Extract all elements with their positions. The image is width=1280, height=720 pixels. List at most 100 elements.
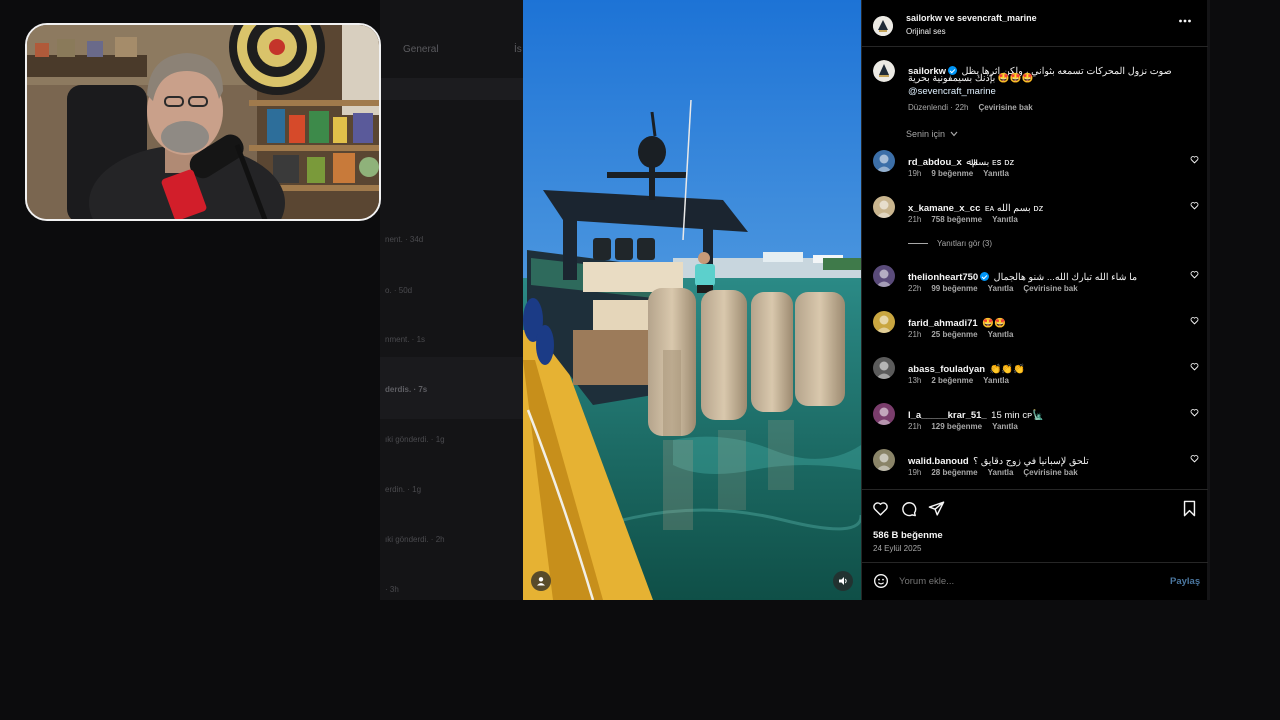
background-thread-item: derdis. · 7s — [385, 385, 428, 394]
background-thread-item: ıki gönderdi. · 2h — [385, 535, 445, 544]
post-comment-button[interactable]: Paylaş — [1170, 576, 1200, 587]
background-tab-other: İs — [514, 44, 522, 55]
background-tab-general: General — [403, 44, 439, 55]
likes-count[interactable]: 586 B beğenme — [873, 530, 943, 541]
comment-text: 👏👏👏 — [989, 364, 1026, 375]
webcam-image — [27, 25, 379, 219]
comment-likes[interactable]: 28 beğenme — [931, 468, 977, 477]
view-replies-button[interactable]: Yanıtları gör (3) — [908, 239, 992, 248]
post-media[interactable] — [523, 0, 861, 600]
reply-button[interactable]: Yanıtla — [992, 215, 1018, 224]
like-comment-heart-icon[interactable] — [1190, 201, 1199, 210]
commenter-username[interactable]: rd_abdou_x — [908, 157, 962, 168]
heart-icon — [873, 502, 888, 516]
screen: General İs nent. · 34d o. · 50d nment. ·… — [0, 0, 1280, 720]
like-comment-heart-icon[interactable] — [1190, 270, 1199, 279]
comment-sort-dropdown[interactable]: Senin için — [906, 129, 958, 139]
comment-time: 21h — [908, 422, 922, 431]
comment-likes[interactable]: 129 beğenme — [931, 422, 982, 431]
comment-time: 19h — [908, 468, 922, 477]
comment-meta: 13h 2 beğenme Yanıtla — [908, 376, 1019, 385]
commenter-avatar-image — [876, 315, 892, 333]
translate-button[interactable]: Çevirisine bak — [1023, 284, 1077, 293]
author-avatar[interactable] — [873, 16, 893, 36]
reply-button[interactable]: Yanıtla — [983, 169, 1009, 178]
comment-button[interactable] — [900, 500, 917, 522]
commenter-avatar[interactable] — [873, 265, 895, 287]
commenter-username[interactable]: farid_ahmadi71 — [908, 318, 978, 329]
comment-time: 19h — [908, 169, 922, 178]
commenter-avatar-image — [876, 269, 892, 287]
background-bar — [380, 78, 525, 100]
comment-text: تلحق لإسبانيا في زوج دقايق ؟ — [973, 456, 1089, 467]
reply-button[interactable]: Yanıtla — [988, 330, 1014, 339]
commenter-username[interactable]: walid.banoud — [908, 456, 969, 467]
commenter-username[interactable]: abass_fouladyan — [908, 364, 985, 375]
tagged-users-button[interactable] — [531, 571, 551, 591]
emoji-button[interactable] — [873, 573, 889, 594]
commenter-avatar[interactable] — [873, 403, 895, 425]
commenter-avatar[interactable] — [873, 150, 895, 172]
author-avatar-image — [873, 16, 893, 36]
like-comment-heart-icon[interactable] — [1190, 362, 1199, 371]
comment-item: abass_fouladyan 👏👏👏 13h 2 beğenme Yanıtla — [862, 357, 1208, 401]
caption-mention[interactable]: @sevencraft_marine — [908, 86, 996, 97]
comment-body: rd_abdou_x بسمﷲ ᴇꜱ ᴅᴢ — [908, 152, 1014, 170]
comment-time: 22h — [908, 284, 922, 293]
like-comment-heart-icon[interactable] — [1190, 316, 1199, 325]
share-button[interactable] — [928, 500, 945, 522]
like-comment-heart-icon[interactable] — [1190, 155, 1199, 164]
like-comment-heart-icon[interactable] — [1190, 408, 1199, 417]
save-button[interactable] — [1181, 500, 1198, 522]
audio-toggle-button[interactable] — [833, 571, 853, 591]
view-replies-label: Yanıtları gör (3) — [937, 239, 992, 248]
comment-item: l_a_____krar_51_ 15 min ᴄᴘ🗽 21h 129 beğenm… — [862, 403, 1208, 447]
commenter-username[interactable]: l_a_____krar_51_ — [908, 410, 987, 421]
comment-meta: 21h 758 beğenme Yanıtla — [908, 215, 1028, 224]
caption-text-line2: بإذنك بسيمفونية بحرية 🤩🤩🤩 — [908, 73, 1034, 84]
comment-meta: 21h 129 beğenme Yanıtla — [908, 422, 1028, 431]
comment-body: l_a_____krar_51_ 15 min ᴄᴘ🗽 — [908, 405, 1044, 423]
reply-button[interactable]: Yanıtla — [988, 284, 1014, 293]
reply-button[interactable]: Yanıtla — [992, 422, 1018, 431]
background-thread-item: ıki gönderdi. · 1g — [385, 435, 445, 444]
comment-likes[interactable]: 758 beğenme — [931, 215, 982, 224]
like-comment-heart-icon[interactable] — [1190, 454, 1199, 463]
translate-button[interactable]: Çevirisine bak — [1023, 468, 1077, 477]
comment-body: farid_ahmadi71 🤩🤩 — [908, 313, 1006, 331]
caption-avatar[interactable] — [873, 60, 895, 82]
comment-meta: 22h 99 beğenme Yanıtla Çevirisine bak — [908, 284, 1088, 293]
post-date: 24 Eylül 2025 — [873, 544, 922, 553]
composer-divider — [862, 562, 1208, 563]
comment-input[interactable] — [899, 572, 1139, 590]
commenter-avatar-image — [876, 154, 892, 172]
commenter-username[interactable]: x_kamane_x_cc — [908, 203, 980, 214]
commenter-avatar[interactable] — [873, 449, 895, 471]
commenter-avatar-image — [876, 407, 892, 425]
more-options-button[interactable] — [1178, 14, 1192, 33]
comment-body: thelionheart750 ما شاء الله تبارك الله..… — [908, 267, 1137, 285]
speaker-icon — [839, 577, 847, 585]
background-thread-item: erdin. · 1g — [385, 485, 422, 494]
commenter-avatar[interactable] — [873, 357, 895, 379]
commenter-username[interactable]: thelionheart750 — [908, 272, 978, 283]
reply-button[interactable]: Yanıtla — [983, 376, 1009, 385]
commenter-avatar[interactable] — [873, 196, 895, 218]
header-divider — [862, 46, 1208, 47]
reply-button[interactable]: Yanıtla — [988, 468, 1014, 477]
send-icon — [928, 501, 945, 516]
webcam-overlay — [25, 23, 381, 221]
like-button[interactable] — [872, 500, 889, 522]
audio-label[interactable]: Orijinal ses — [906, 27, 946, 36]
comment-meta: 21h 25 beğenme Yanıtla — [908, 330, 1023, 339]
commenter-avatar[interactable] — [873, 311, 895, 333]
caption-translate[interactable]: Çevirisine bak — [978, 103, 1032, 112]
comment-likes[interactable]: 99 beğenme — [931, 284, 977, 293]
post-authors[interactable]: sailorkw ve sevencraft_marine — [906, 13, 1037, 23]
comment-body: abass_fouladyan 👏👏👏 — [908, 359, 1025, 377]
background-thread-item: nment. · 1s — [385, 335, 426, 344]
comment-item: farid_ahmadi71 🤩🤩 21h 25 beğenme Yanıtla — [862, 311, 1208, 355]
comment-likes[interactable]: 2 beğenme — [931, 376, 973, 385]
comment-likes[interactable]: 25 beğenme — [931, 330, 977, 339]
comment-likes[interactable]: 9 beğenme — [931, 169, 973, 178]
